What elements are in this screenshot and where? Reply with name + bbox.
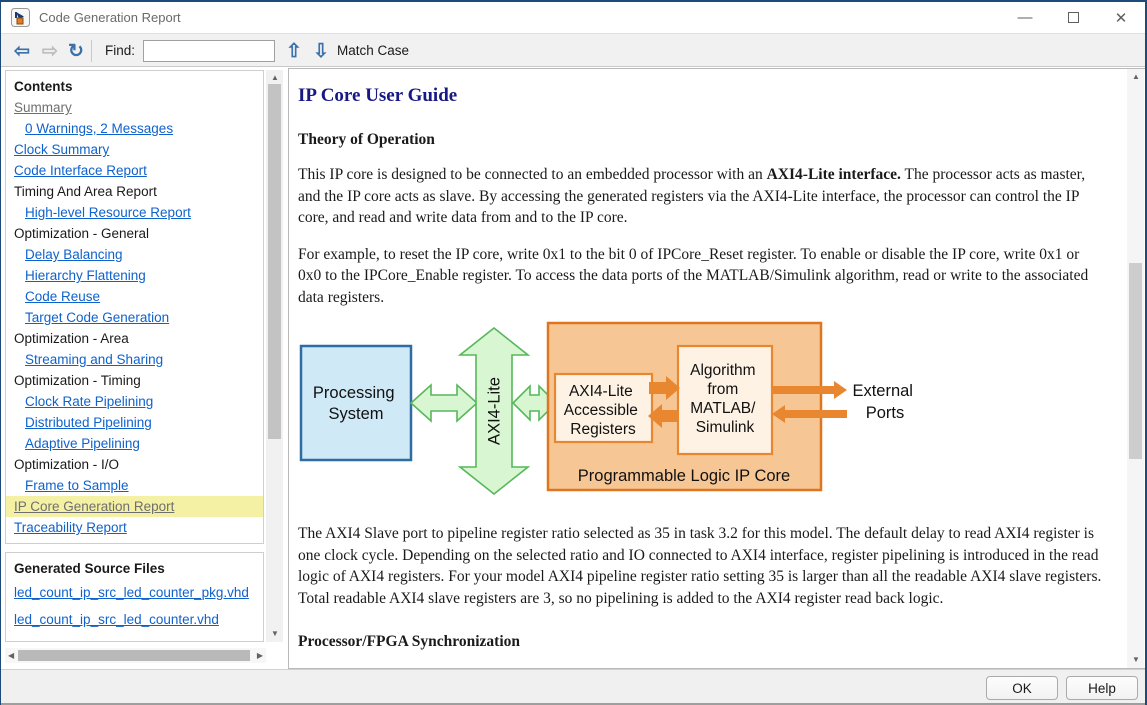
window-title: Code Generation Report (39, 2, 181, 33)
axi4-lite-bus-label: AXI4-Lite (486, 377, 504, 445)
forward-button[interactable]: ⇨ (37, 38, 63, 64)
find-previous-icon: ⇧ (286, 40, 302, 63)
source-file-link[interactable]: led_count_ip_src_led_counter_pkg.vhd (6, 579, 263, 606)
contents-item[interactable]: Code Interface Report (6, 160, 263, 181)
contents-item[interactable]: Summary (6, 97, 263, 118)
report-app-icon (11, 8, 30, 27)
maximize-icon (1068, 12, 1079, 23)
scroll-up-icon[interactable]: ▲ (271, 74, 279, 82)
scroll-up-icon[interactable]: ▲ (1132, 73, 1140, 81)
contents-item[interactable]: Streaming and Sharing (6, 349, 263, 370)
content-vscroll-thumb[interactable] (1129, 263, 1142, 459)
sync-heading: Processor/FPGA Synchronization (298, 633, 1105, 651)
report-content-pane: IP Core User Guide Theory of Operation T… (288, 68, 1146, 669)
footer-bar: OK Help (1, 669, 1145, 705)
contents-item: Optimization - Timing (6, 370, 263, 391)
external-ports-label: External Ports (852, 382, 917, 422)
ip-core-block-diagram: Processing System AXI4-Lite AXI4-Lite Ac… (298, 318, 923, 503)
match-case-toggle[interactable]: Match Case (337, 34, 409, 68)
ok-button[interactable]: OK (986, 676, 1058, 700)
find-input[interactable] (143, 40, 275, 62)
minimize-button[interactable]: — (1005, 2, 1045, 33)
paragraph-theory-1: This IP core is designed to be connected… (298, 164, 1105, 229)
processing-system-box (301, 346, 411, 460)
code-generation-report-window: Code Generation Report — ✕ ⇦ ⇨ ↻ Find: ⇧… (0, 0, 1147, 705)
close-icon: ✕ (1115, 9, 1128, 27)
contents-item[interactable]: Target Code Generation (6, 307, 263, 328)
page-title: IP Core User Guide (298, 85, 1105, 107)
toolbar: ⇦ ⇨ ↻ Find: ⇧ ⇩ Match Case (1, 33, 1145, 67)
theory-heading: Theory of Operation (298, 131, 1105, 149)
contents-item[interactable]: Hierarchy Flattening (6, 265, 263, 286)
contents-item[interactable]: Code Reuse (6, 286, 263, 307)
back-button[interactable]: ⇦ (9, 38, 35, 64)
sidebar-hscroll-thumb[interactable] (18, 650, 250, 661)
contents-item: Optimization - Area (6, 328, 263, 349)
contents-item[interactable]: Frame to Sample (6, 475, 263, 496)
contents-list: Summary0 Warnings, 2 MessagesClock Summa… (6, 97, 263, 538)
generated-files-title: Generated Source Files (6, 559, 263, 579)
contents-item[interactable]: IP Core Generation Report (6, 496, 263, 517)
contents-item[interactable]: Traceability Report (6, 517, 263, 538)
generated-files-panel: Generated Source Files led_count_ip_src_… (5, 552, 264, 642)
minimize-icon: — (1018, 9, 1033, 26)
toolbar-separator (91, 40, 92, 62)
contents-panel: Contents Summary0 Warnings, 2 MessagesCl… (5, 70, 264, 544)
contents-item[interactable]: Adaptive Pipelining (6, 433, 263, 454)
content-vertical-scrollbar[interactable]: ▲ ▼ (1127, 69, 1144, 668)
programmable-logic-label: Programmable Logic IP Core (578, 467, 790, 485)
sidebar-vscroll-thumb[interactable] (268, 84, 281, 439)
contents-title: Contents (6, 77, 263, 97)
contents-item: Optimization - General (6, 223, 263, 244)
contents-item[interactable]: High-level Resource Report (6, 202, 263, 223)
contents-item: Timing And Area Report (6, 181, 263, 202)
maximize-button[interactable] (1053, 2, 1093, 33)
contents-item: Optimization - I/O (6, 454, 263, 475)
refresh-button[interactable]: ↻ (63, 38, 89, 64)
axi-bus-arrow-left (411, 385, 477, 421)
scroll-left-icon[interactable]: ◀ (8, 652, 14, 660)
source-file-link[interactable]: led_count_ip_src_led_counter.vhd (6, 606, 263, 633)
scroll-down-icon[interactable]: ▼ (1132, 656, 1140, 664)
refresh-icon: ↻ (68, 40, 84, 63)
close-button[interactable]: ✕ (1101, 2, 1141, 33)
files-list: led_count_ip_src_led_counter_pkg.vhdled_… (6, 579, 263, 633)
scroll-right-icon[interactable]: ▶ (257, 652, 263, 660)
back-icon: ⇦ (14, 40, 30, 63)
find-previous-button[interactable]: ⇧ (281, 38, 307, 64)
scroll-down-icon[interactable]: ▼ (271, 630, 279, 638)
contents-item[interactable]: Distributed Pipelining (6, 412, 263, 433)
svg-text:AXI4-Lite Accessible: AXI4-Lite Accessible Registers (564, 383, 642, 438)
sidebar-vertical-scrollbar[interactable]: ▲ ▼ (266, 70, 283, 642)
contents-item[interactable]: Clock Rate Pipelining (6, 391, 263, 412)
paragraph-pipeline: The AXI4 Slave port to pipeline register… (298, 523, 1105, 609)
forward-icon: ⇨ (42, 40, 58, 63)
contents-item[interactable]: 0 Warnings, 2 Messages (6, 118, 263, 139)
contents-item[interactable]: Clock Summary (6, 139, 263, 160)
paragraph-theory-2: For example, to reset the IP core, write… (298, 244, 1105, 309)
title-bar: Code Generation Report — ✕ (1, 2, 1145, 33)
help-button[interactable]: Help (1066, 676, 1138, 700)
find-next-icon: ⇩ (313, 40, 329, 63)
sidebar-horizontal-scrollbar[interactable]: ◀ ▶ (5, 648, 266, 663)
contents-item[interactable]: Delay Balancing (6, 244, 263, 265)
find-next-button[interactable]: ⇩ (308, 38, 334, 64)
find-label: Find: (105, 34, 135, 68)
